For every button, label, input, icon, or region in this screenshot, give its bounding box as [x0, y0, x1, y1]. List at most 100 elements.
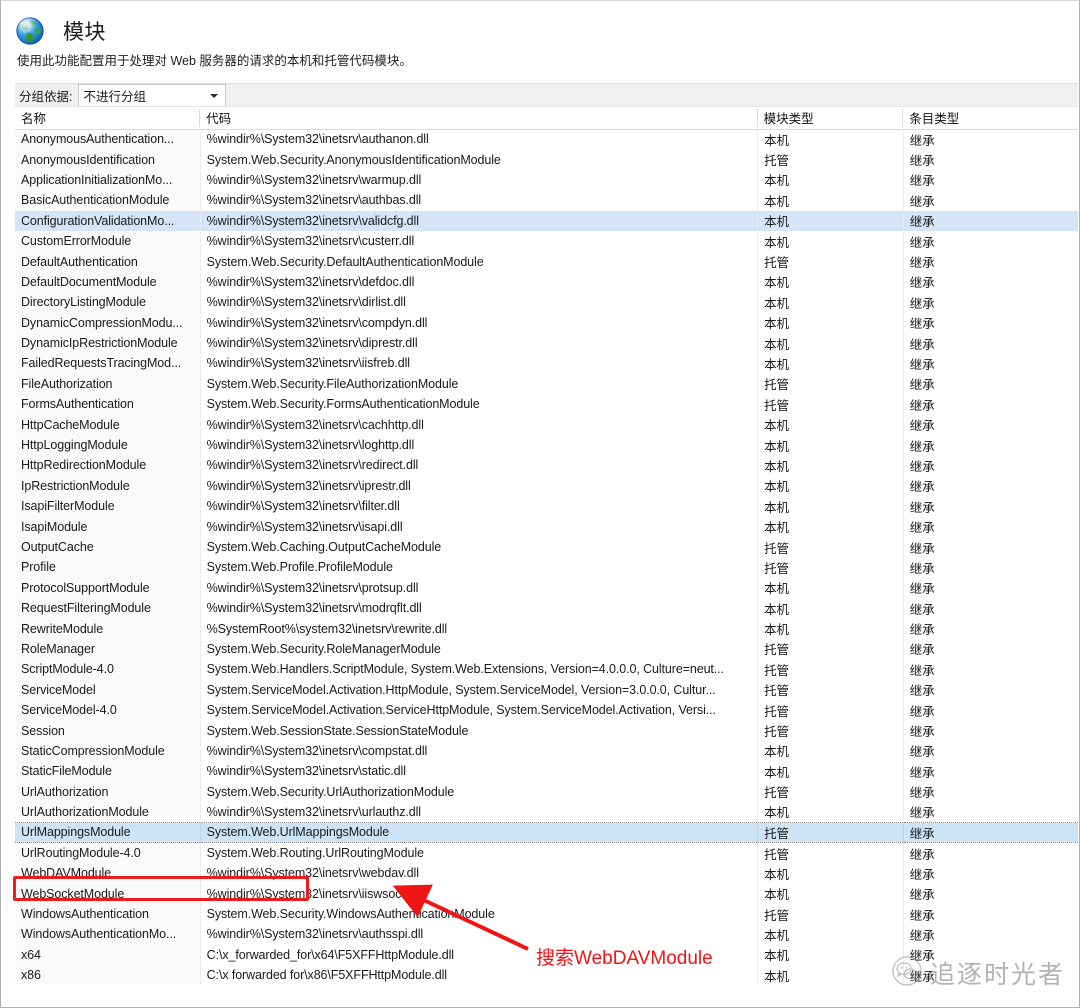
- column-header-module-type[interactable]: 模块类型: [758, 107, 904, 129]
- table-row[interactable]: DynamicCompressionModu...%windir%\System…: [15, 313, 1078, 333]
- cell-entry-type: 继承: [903, 292, 1078, 312]
- cell-module-type: 本机: [758, 435, 904, 455]
- groupby-toolbar: 分组依据: 不进行分组: [15, 83, 1078, 106]
- table-row[interactable]: DynamicIpRestrictionModule%windir%\Syste…: [15, 333, 1078, 353]
- cell-module-type: 本机: [758, 945, 904, 965]
- table-header-row: 名称 ^ 代码 模块类型 条目类型: [15, 107, 1078, 129]
- table-row[interactable]: IsapiFilterModule%windir%\System32\inets…: [15, 496, 1078, 516]
- cell-module-code: %windir%\System32\inetsrv\protsup.dll: [200, 578, 758, 598]
- table-row[interactable]: UrlRoutingModule-4.0System.Web.Routing.U…: [15, 843, 1078, 863]
- column-header-entry-type[interactable]: 条目类型: [903, 107, 1078, 129]
- table-row[interactable]: WindowsAuthenticationMo...%windir%\Syste…: [15, 924, 1078, 944]
- table-row[interactable]: CustomErrorModule%windir%\System32\inets…: [15, 231, 1078, 251]
- table-body: AnonymousAuthentication...%windir%\Syste…: [15, 129, 1078, 985]
- table-row[interactable]: RewriteModule%SystemRoot%\system32\inets…: [15, 618, 1078, 638]
- cell-module-name: ScriptModule-4.0: [15, 659, 200, 679]
- table-row[interactable]: HttpRedirectionModule%windir%\System32\i…: [15, 455, 1078, 475]
- table-row[interactable]: FormsAuthenticationSystem.Web.Security.F…: [15, 394, 1078, 414]
- cell-module-name: WebDAVModule: [15, 863, 200, 883]
- page-title: 模块: [63, 16, 106, 46]
- table-row[interactable]: ScriptModule-4.0System.Web.Handlers.Scri…: [15, 659, 1078, 679]
- cell-module-code: System.Web.Security.FileAuthorizationMod…: [200, 374, 758, 394]
- table-row[interactable]: UrlAuthorizationSystem.Web.Security.UrlA…: [15, 782, 1078, 802]
- table-row[interactable]: UrlMappingsModuleSystem.Web.UrlMappingsM…: [15, 822, 1078, 842]
- column-header-code[interactable]: 代码: [200, 107, 758, 129]
- table-row[interactable]: AnonymousAuthentication...%windir%\Syste…: [15, 129, 1078, 149]
- table-row[interactable]: HttpCacheModule%windir%\System32\inetsrv…: [15, 414, 1078, 434]
- cell-entry-type: 继承: [903, 190, 1078, 210]
- cell-entry-type: 继承: [903, 822, 1078, 842]
- cell-module-type: 本机: [758, 516, 904, 536]
- cell-module-type: 托管: [758, 822, 904, 842]
- table-row[interactable]: WindowsAuthenticationSystem.Web.Security…: [15, 904, 1078, 924]
- cell-module-code: %windir%\System32\inetsrv\compdyn.dll: [200, 313, 758, 333]
- cell-entry-type: 继承: [903, 414, 1078, 434]
- table-row[interactable]: StaticCompressionModule%windir%\System32…: [15, 741, 1078, 761]
- table-row[interactable]: FileAuthorizationSystem.Web.Security.Fil…: [15, 374, 1078, 394]
- table-row[interactable]: DefaultAuthenticationSystem.Web.Security…: [15, 251, 1078, 271]
- column-header-name[interactable]: 名称 ^: [15, 107, 200, 129]
- table-row[interactable]: ProtocolSupportModule%windir%\System32\i…: [15, 578, 1078, 598]
- cell-module-name: ApplicationInitializationMo...: [15, 170, 200, 190]
- table-row[interactable]: ConfigurationValidationMo...%windir%\Sys…: [15, 211, 1078, 231]
- cell-module-code: %windir%\System32\inetsrv\modrqflt.dll: [200, 598, 758, 618]
- table-row[interactable]: WebDAVModule%windir%\System32\inetsrv\we…: [15, 863, 1078, 883]
- cell-module-type: 本机: [758, 741, 904, 761]
- table-row[interactable]: OutputCacheSystem.Web.Caching.OutputCach…: [15, 537, 1078, 557]
- cell-module-type: 托管: [758, 394, 904, 414]
- cell-module-type: 本机: [758, 802, 904, 822]
- table-row[interactable]: DefaultDocumentModule%windir%\System32\i…: [15, 272, 1078, 292]
- cell-module-code: System.Web.Security.FormsAuthenticationM…: [200, 394, 758, 414]
- cell-module-code: %windir%\System32\inetsrv\validcfg.dll: [200, 211, 758, 231]
- cell-module-type: 本机: [758, 496, 904, 516]
- table-row[interactable]: ProfileSystem.Web.Profile.ProfileModule托…: [15, 557, 1078, 577]
- cell-entry-type: 继承: [903, 680, 1078, 700]
- table-row[interactable]: DirectoryListingModule%windir%\System32\…: [15, 292, 1078, 312]
- cell-module-name: HttpLoggingModule: [15, 435, 200, 455]
- cell-module-name: WebSocketModule: [15, 883, 200, 903]
- table-row[interactable]: StaticFileModule%windir%\System32\inetsr…: [15, 761, 1078, 781]
- table-row[interactable]: ServiceModel-4.0System.ServiceModel.Acti…: [15, 700, 1078, 720]
- cell-module-type: 本机: [758, 170, 904, 190]
- table-row[interactable]: ServiceModelSystem.ServiceModel.Activati…: [15, 680, 1078, 700]
- cell-entry-type: 继承: [903, 924, 1078, 944]
- cell-entry-type: 继承: [903, 353, 1078, 373]
- cell-module-type: 本机: [758, 129, 904, 149]
- table-row[interactable]: BasicAuthenticationModule%windir%\System…: [15, 190, 1078, 210]
- table-row[interactable]: SessionSystem.Web.SessionState.SessionSt…: [15, 720, 1078, 740]
- cell-module-type: 托管: [758, 149, 904, 169]
- cell-module-name: WindowsAuthenticationMo...: [15, 924, 200, 944]
- cell-module-type: 托管: [758, 700, 904, 720]
- table-row[interactable]: FailedRequestsTracingMod...%windir%\Syst…: [15, 353, 1078, 373]
- cell-module-type: 本机: [758, 863, 904, 883]
- table-row[interactable]: AnonymousIdentificationSystem.Web.Securi…: [15, 149, 1078, 169]
- table-row[interactable]: HttpLoggingModule%windir%\System32\inets…: [15, 435, 1078, 455]
- table-row[interactable]: RequestFilteringModule%windir%\System32\…: [15, 598, 1078, 618]
- table-row[interactable]: ApplicationInitializationMo...%windir%\S…: [15, 170, 1078, 190]
- table-row[interactable]: IpRestrictionModule%windir%\System32\ine…: [15, 476, 1078, 496]
- groupby-select[interactable]: 不进行分组: [78, 84, 226, 107]
- cell-entry-type: 继承: [903, 333, 1078, 353]
- cell-module-code: System.Web.Routing.UrlRoutingModule: [200, 843, 758, 863]
- cell-entry-type: 继承: [903, 313, 1078, 333]
- cell-entry-type: 继承: [903, 251, 1078, 271]
- table-row[interactable]: UrlAuthorizationModule%windir%\System32\…: [15, 802, 1078, 822]
- cell-module-name: x86: [15, 965, 200, 985]
- wechat-logo-icon: [892, 956, 922, 991]
- table-row[interactable]: RoleManagerSystem.Web.Security.RoleManag…: [15, 639, 1078, 659]
- table-row[interactable]: WebSocketModule%windir%\System32\inetsrv…: [15, 883, 1078, 903]
- table-row[interactable]: IsapiModule%windir%\System32\inetsrv\isa…: [15, 516, 1078, 536]
- cell-module-type: 本机: [758, 618, 904, 638]
- cell-entry-type: 继承: [903, 374, 1078, 394]
- cell-module-name: IsapiFilterModule: [15, 496, 200, 516]
- cell-module-name: DefaultDocumentModule: [15, 272, 200, 292]
- cell-entry-type: 继承: [903, 272, 1078, 292]
- cell-module-name: RoleManager: [15, 639, 200, 659]
- cell-module-code: System.Web.Profile.ProfileModule: [200, 557, 758, 577]
- cell-entry-type: 继承: [903, 578, 1078, 598]
- cell-module-code: System.Web.Security.UrlAuthorizationModu…: [200, 782, 758, 802]
- cell-entry-type: 继承: [903, 129, 1078, 149]
- cell-module-name: FailedRequestsTracingMod...: [15, 353, 200, 373]
- cell-module-name: RequestFilteringModule: [15, 598, 200, 618]
- cell-module-code: %windir%\System32\inetsrv\dirlist.dll: [200, 292, 758, 312]
